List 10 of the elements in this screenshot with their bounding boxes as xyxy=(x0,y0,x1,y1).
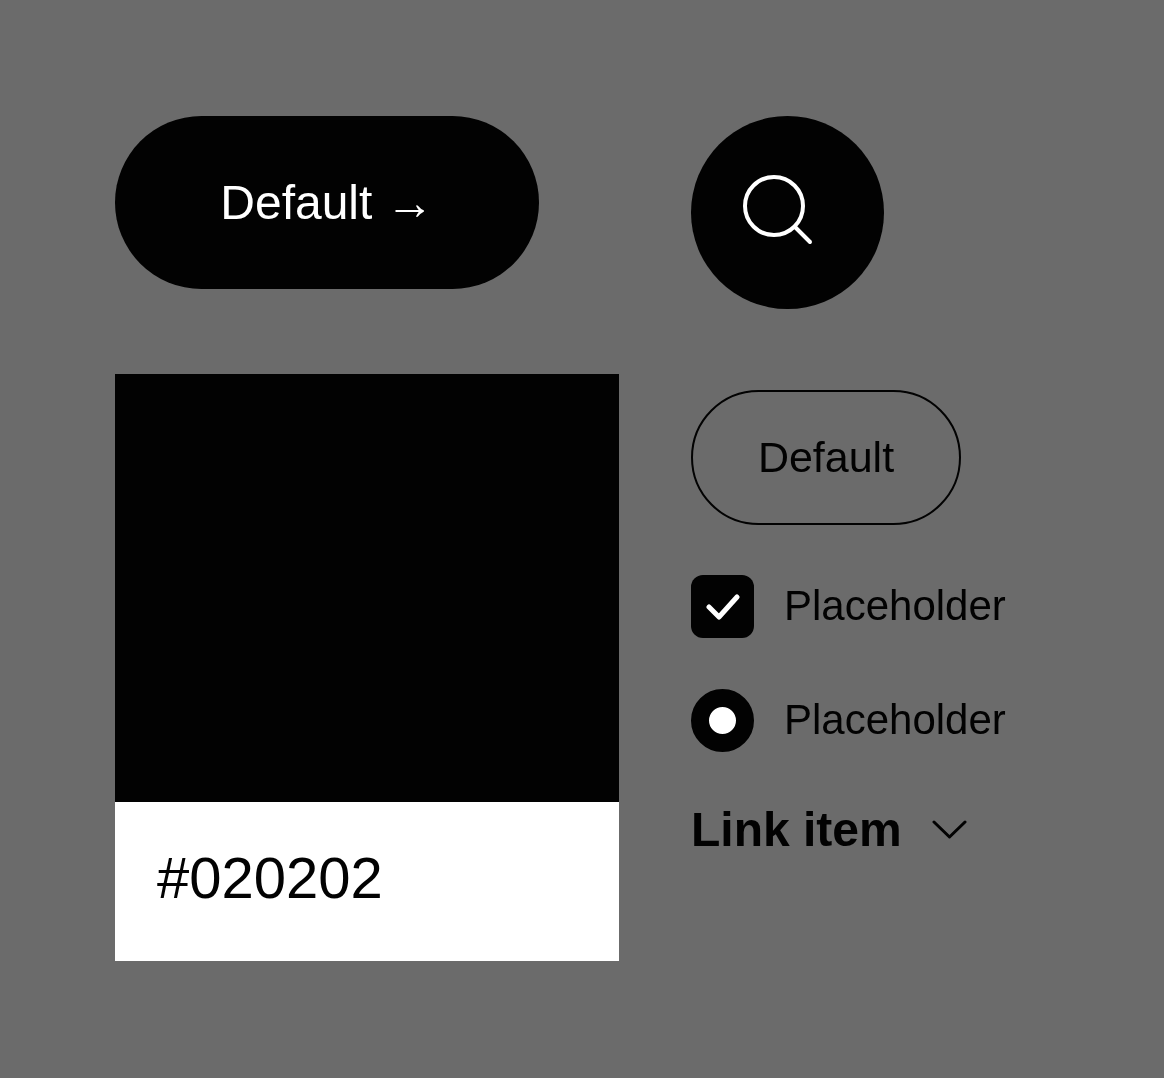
checkbox-label: Placeholder xyxy=(784,581,1006,632)
checkbox[interactable] xyxy=(691,575,754,638)
check-icon xyxy=(705,593,740,620)
radio-label: Placeholder xyxy=(784,695,1006,746)
hex-code-text: #020202 xyxy=(157,848,383,907)
primary-button[interactable]: Default → xyxy=(115,116,539,289)
link-item[interactable]: Link item xyxy=(691,802,967,858)
chevron-down-icon xyxy=(931,820,967,840)
search-icon xyxy=(742,174,813,245)
outline-button[interactable]: Default xyxy=(691,390,961,525)
